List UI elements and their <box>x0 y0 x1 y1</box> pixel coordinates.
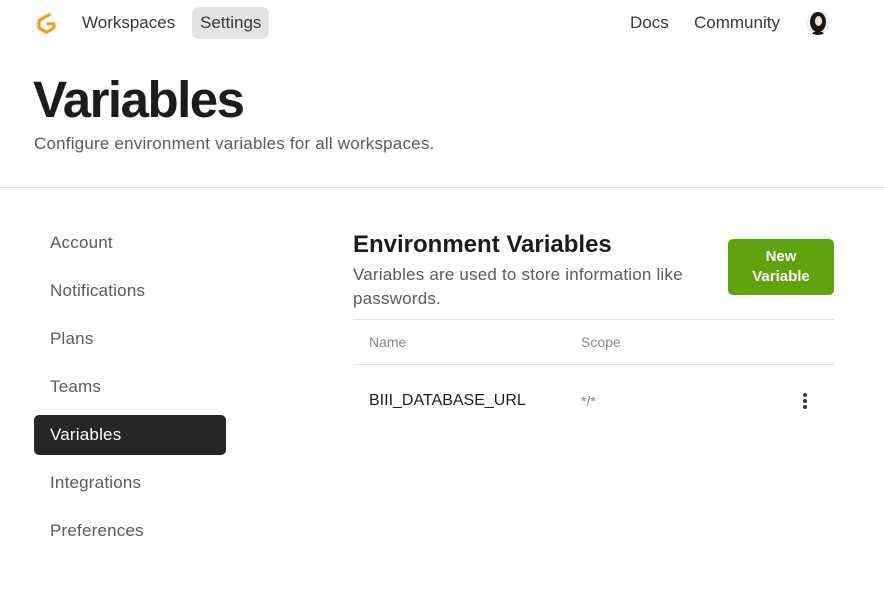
menu-dot <box>803 399 807 403</box>
sidebar-item-plans[interactable]: Plans <box>34 319 226 359</box>
sidebar-item-integrations[interactable]: Integrations <box>34 463 226 503</box>
sidebar-item-account[interactable]: Account <box>34 223 226 263</box>
page-subtitle: Configure environment variables for all … <box>34 134 435 153</box>
variable-name: BIII_DATABASE_URL <box>369 392 526 409</box>
menu-dot <box>803 405 807 409</box>
page-title: Variables <box>33 71 245 128</box>
gitpod-logo-icon[interactable] <box>34 11 59 36</box>
section-description: Variables are used to store information … <box>353 265 683 308</box>
sidebar-item-teams[interactable]: Teams <box>34 367 226 407</box>
column-header-name: Name <box>369 334 407 350</box>
more-vertical-icon[interactable] <box>797 391 813 411</box>
header-divider <box>0 187 884 188</box>
variable-scope: */* <box>581 393 596 409</box>
variables-table: Name Scope BIII_DATABASE_URL */* <box>353 319 834 437</box>
menu-dot <box>803 393 807 397</box>
nav-workspaces-link[interactable]: Workspaces <box>74 7 183 39</box>
column-header-scope: Scope <box>581 334 621 350</box>
user-avatar-icon[interactable] <box>806 11 830 35</box>
new-variable-button[interactable]: New Variable <box>728 239 834 295</box>
nav-settings-link[interactable]: Settings <box>192 7 270 39</box>
sidebar-item-variables[interactable]: Variables <box>34 415 226 455</box>
sidebar-item-preferences[interactable]: Preferences <box>34 511 226 551</box>
section-title: Environment Variables <box>353 231 612 258</box>
table-header: Name Scope <box>353 319 834 365</box>
new-variable-button-label-line1: New <box>765 248 797 265</box>
top-navigation-bar: Workspaces Settings Docs Community <box>0 0 884 48</box>
new-variable-button-label-line2: Variable <box>752 268 810 285</box>
sidebar-item-notifications[interactable]: Notifications <box>34 271 226 311</box>
table-row[interactable]: BIII_DATABASE_URL */* <box>353 365 834 437</box>
nav-community-link[interactable]: Community <box>686 7 788 39</box>
nav-docs-link[interactable]: Docs <box>622 7 677 39</box>
